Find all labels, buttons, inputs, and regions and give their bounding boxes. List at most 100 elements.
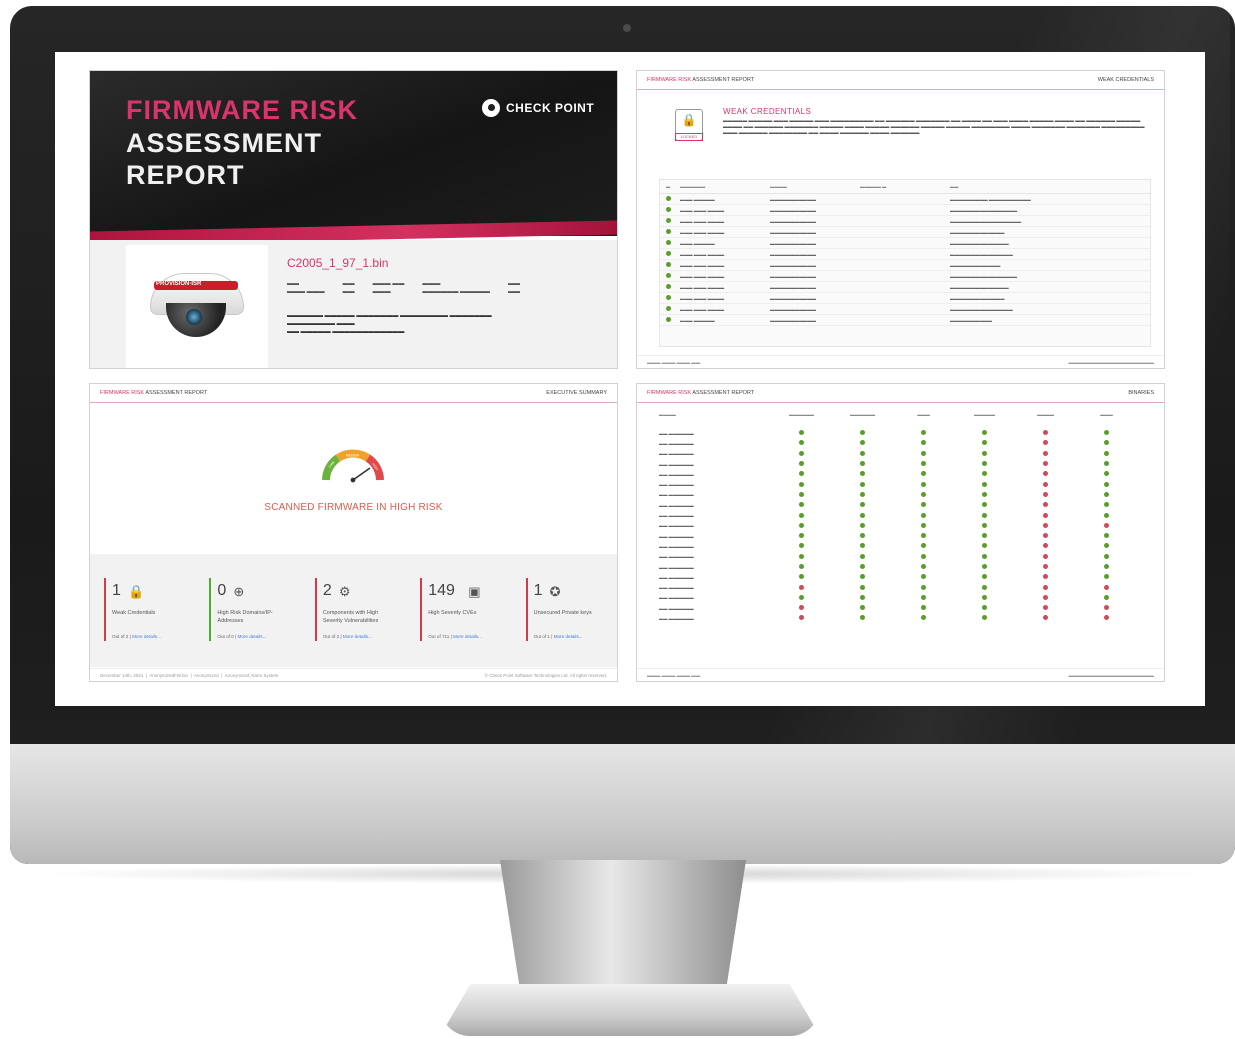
- status-risk-icon: [1043, 553, 1048, 559]
- status-ok-icon: [921, 502, 926, 508]
- section-label: BINARIES: [1128, 390, 1154, 396]
- status-risk-icon: [1043, 605, 1048, 611]
- table-header: ▬ ▬▬▬▬▬▬ ▬▬▬▬ ▬▬▬▬▬ ▬ ▬▬: [660, 180, 1150, 194]
- table-row: ▬▬▬ ▬▬▬ ▬▬▬▬ ▬▬▬▬▬▬▬▬▬▬▬ ▬▬▬▬▬▬▬▬▬▬▬▬▬▬▬: [660, 304, 1150, 315]
- status-ok-icon: [982, 450, 987, 456]
- weak-credentials-page[interactable]: FIRMWARE RISK ASSESSMENT REPORT WEAK CRE…: [636, 70, 1165, 369]
- status-ok-icon: [921, 615, 926, 621]
- status-ok-icon: [1104, 471, 1109, 477]
- table-row: ▬▬▬ ▬▬▬ ▬▬▬▬ ▬▬▬▬▬▬▬▬▬▬▬ ▬▬▬▬▬▬▬▬▬▬▬▬▬▬▬: [660, 249, 1150, 260]
- status-ok-icon: [982, 522, 987, 528]
- table-row: ▬▬ ▬▬▬▬▬▬: [659, 541, 1139, 551]
- status-ok-icon: [799, 481, 804, 487]
- table-row: ▬▬ ▬▬▬▬▬▬: [659, 479, 1139, 489]
- stat-label: High Severity CVEs: [428, 610, 477, 616]
- status-risk-icon: [1043, 440, 1048, 446]
- status-ok-icon: [982, 461, 987, 467]
- status-ok-icon: [860, 615, 865, 621]
- table-row: ▬▬ ▬▬▬▬▬▬: [659, 438, 1139, 448]
- stat-bar: [525, 578, 528, 641]
- report-footer: December 14th, 2021 | AnonymizedFW.bin |…: [90, 668, 617, 681]
- table-row: ▬▬▬ ▬▬▬ ▬▬▬▬ ▬▬▬▬▬▬▬▬▬▬▬ ▬▬▬▬▬▬▬▬▬▬▬▬▬▬▬▬: [660, 271, 1150, 282]
- status-ok-icon: [921, 491, 926, 497]
- check-point-logo-icon: [482, 99, 500, 117]
- status-risk-icon: [799, 584, 804, 590]
- status-ok-icon: [921, 450, 926, 456]
- report-header: FIRMWARE RISK ASSESSMENT REPORT BINARIES: [637, 384, 1164, 403]
- table-row: ▬▬ ▬▬▬▬▬▬: [659, 552, 1139, 562]
- status-ok-icon: [921, 605, 926, 611]
- risk-gauge: LOW MEDIUM HIGH: [322, 449, 384, 483]
- stat-label: Components with High Severity Vulnerabil…: [322, 610, 379, 624]
- report-cover-page[interactable]: FIRMWARE RISK ASSESSMENT REPORT CHECK PO…: [89, 70, 618, 369]
- keypad-icon: 🔒: [128, 584, 145, 599]
- status-risk-icon: [1043, 461, 1048, 467]
- status-ok-icon: [860, 512, 865, 518]
- table-row: ▬▬ ▬▬▬▬▬▬: [659, 572, 1139, 582]
- stat-label: Unsecured Private keys: [533, 610, 592, 616]
- imac-monitor: FIRMWARE RISK ASSESSMENT REPORT CHECK PO…: [10, 6, 1235, 864]
- status-risk-icon: [1043, 533, 1048, 539]
- status-ok-icon: [799, 564, 804, 569]
- stat-count: 149: [428, 582, 455, 599]
- status-ok-icon: [921, 471, 926, 477]
- table-row: ▬▬ ▬▬▬▬▬▬: [659, 562, 1139, 572]
- more-details-link[interactable]: More details...: [554, 634, 583, 639]
- table-row: ▬▬ ▬▬▬▬▬▬: [659, 459, 1139, 469]
- status-ok-icon: [921, 512, 926, 518]
- stat-components-high-severity[interactable]: 2 ⚙ Components with High Severity Vulner…: [301, 554, 406, 667]
- status-ok-icon: [982, 471, 987, 477]
- status-ok-icon: [982, 553, 987, 559]
- firmware-file-name: C2005_1_97_1.bin: [287, 256, 389, 270]
- status-ok-icon: [799, 533, 804, 539]
- stat-high-severity-cves[interactable]: 149 ▣ High Severity CVEs Out of 711 | Mo…: [406, 554, 511, 667]
- stat-high-risk-domains[interactable]: 0 ⊕ High Risk Domains/IP-Addresses Out o…: [195, 554, 300, 667]
- matrix-header: ▬▬▬▬ ▬▬▬▬▬▬ ▬▬▬▬▬▬ ▬▬▬ ▬▬▬▬▬ ▬▬▬▬ ▬▬▬: [659, 412, 1113, 417]
- status-ok-icon: [921, 543, 926, 549]
- stat-out-of: Out of 0 | More details...: [217, 634, 267, 639]
- status-ok-icon: [799, 594, 804, 600]
- binaries-matrix-page[interactable]: FIRMWARE RISK ASSESSMENT REPORT BINARIES…: [636, 383, 1165, 682]
- status-ok-icon: [799, 574, 804, 580]
- more-details-link[interactable]: More details...: [343, 634, 372, 639]
- camera-lens-icon: [186, 309, 202, 325]
- status-risk-icon: [1043, 450, 1048, 456]
- monitor-chin: [10, 744, 1235, 864]
- status-risk-icon: [1043, 430, 1048, 436]
- more-details-link[interactable]: More details...: [238, 634, 267, 639]
- table-row: ▬▬▬ ▬▬▬ ▬▬▬▬ ▬▬▬▬▬▬▬▬▬▬▬ ▬▬▬▬▬▬▬▬▬▬▬▬▬: [660, 293, 1150, 304]
- status-risk-icon: [1104, 615, 1109, 621]
- stat-out-of: Out of 2 | More details...: [112, 634, 161, 639]
- status-risk-icon: [1104, 522, 1109, 528]
- compiled-by-text: ▬▬▬▬▬▬ ▬▬▬▬▬ ▬▬▬▬▬▬▬ ▬▬▬▬▬▬▬▬ ▬▬▬▬▬▬▬ ▬▬▬…: [287, 313, 492, 335]
- risk-status-text: SCANNED FIRMWARE IN HIGH RISK: [264, 502, 443, 513]
- status-ok-icon: [982, 543, 987, 549]
- table-row: ▬▬ ▬▬▬▬▬▬: [659, 449, 1139, 459]
- status-ok-icon: [860, 574, 865, 580]
- status-ok-icon: [1104, 502, 1109, 508]
- table-row: ▬▬ ▬▬▬▬▬▬: [659, 490, 1139, 500]
- report-header: FIRMWARE RISK ASSESSMENT REPORT EXECUTIV…: [90, 384, 617, 403]
- cover-details: PROVISION-ISR C2005_1_97_1.bin ▬▬ ▬▬▬ ▬▬▬…: [90, 240, 617, 368]
- status-ok-icon: [982, 512, 987, 518]
- status-risk-icon: [1043, 522, 1048, 528]
- stat-count: 1: [533, 582, 543, 599]
- stat-unsecured-private-keys[interactable]: 1 ✪ Unsecured Private keys Out of 1 | Mo…: [512, 554, 617, 667]
- status-ok-icon: [921, 553, 926, 559]
- status-ok-icon: [860, 522, 865, 528]
- section-description: ▬▬▬▬▬ ▬▬▬▬▬ ▬▬▬ ▬▬▬▬▬ ▬▬▬ ▬▬▬▬▬▬▬▬▬ ▬▬ ▬…: [723, 119, 1145, 136]
- status-ok-icon: [799, 543, 804, 549]
- executive-summary-page[interactable]: FIRMWARE RISK ASSESSMENT REPORT EXECUTIV…: [89, 383, 618, 682]
- table-row: ▬▬ ▬▬▬▬▬▬: [659, 521, 1139, 531]
- more-details-link[interactable]: More details...: [132, 634, 161, 639]
- stat-weak-credentials[interactable]: 1 🔒 Weak Credentials Out of 2 | More det…: [90, 554, 195, 667]
- status-ok-icon: [921, 533, 926, 539]
- status-ok-icon: [860, 543, 865, 549]
- camera-image: PROVISION-ISR: [126, 245, 268, 368]
- status-ok-icon: [860, 430, 865, 436]
- cover-title-line2: ASSESSMENT: [126, 128, 323, 158]
- more-details-link[interactable]: More details...: [453, 634, 482, 639]
- gauge-medium-label: MEDIUM: [346, 454, 359, 458]
- status-risk-icon: [1104, 584, 1109, 590]
- status-risk-icon: [1043, 615, 1048, 621]
